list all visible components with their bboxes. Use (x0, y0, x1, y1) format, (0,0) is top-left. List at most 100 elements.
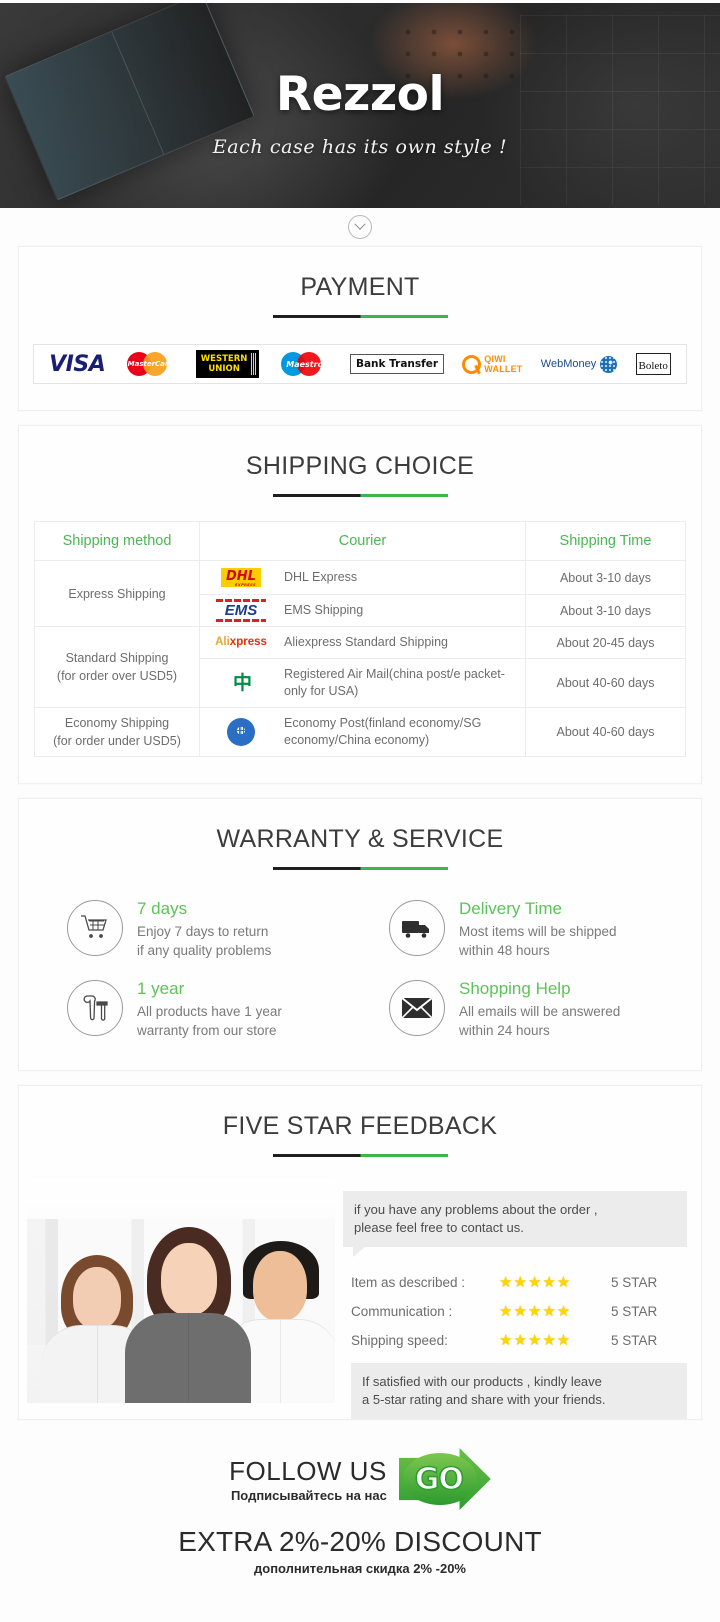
contact-bubble: if you have any problems about the order… (343, 1191, 687, 1257)
discount-label-ru: дополнительная скидка 2% -20% (254, 1561, 466, 1576)
warranty-heading: Delivery Time (459, 899, 562, 918)
rating-value: 5 STAR (611, 1303, 658, 1319)
brand-tagline: Each case has its own style ! (212, 136, 508, 158)
ratings-list: Item as described : ★★★★★ 5 STAR Communi… (351, 1273, 687, 1349)
envelope-icon (389, 980, 445, 1036)
footer-follow-us: FOLLOW US Подписывайтесь на нас GO EXTRA… (0, 1448, 720, 1622)
wu-line2: UNION (208, 364, 240, 374)
warranty-section: WARRANTY & SERVICE 7 days Enjoy 7 days t… (18, 798, 702, 1071)
method-economy: Economy Shipping (for order under USD5) (34, 707, 200, 757)
courier-aliexpress: Alixpress Aliexpress Standard Shipping (199, 626, 526, 659)
warranty-item-return: 7 days Enjoy 7 days to return if any qua… (43, 898, 355, 960)
th-shipping-method: Shipping method (34, 521, 200, 561)
visa-logo: VISA (49, 351, 106, 377)
time-china-post: About 40-60 days (525, 658, 686, 708)
dhl-logo-text: DHL (226, 569, 256, 584)
table-header-row: Shipping method Courier Shipping Time (34, 521, 686, 561)
payment-title: PAYMENT (300, 273, 420, 301)
face (73, 1267, 121, 1329)
person-center (123, 1227, 253, 1403)
china-post-logo: 中 (210, 673, 272, 693)
rating-request-line2: a 5-star rating and share with your frie… (362, 1392, 606, 1407)
shipping-section: SHIPPING CHOICE Shipping method Courier … (18, 425, 702, 784)
rating-request-line1: If satisfied with our products , kindly … (362, 1374, 602, 1389)
wu-line1: WESTERN (200, 354, 248, 364)
scroll-hint[interactable] (0, 208, 720, 246)
warranty-line2: within 24 hours (459, 1023, 550, 1038)
courier-name: Economy Post(finland economy/SG economy/… (284, 716, 482, 747)
aliexpress-logo: Alixpress (210, 634, 272, 651)
western-union-logo: WESTERN UNION (195, 350, 260, 378)
courier-name: Registered Air Mail(china post/e packet-… (284, 667, 505, 698)
rating-row-item-as-described: Item as described : ★★★★★ 5 STAR (351, 1273, 687, 1291)
time-ems: About 3-10 days (525, 594, 686, 627)
un-emblem-icon (227, 718, 255, 746)
un-post-logo (210, 718, 272, 746)
mastercard-logo: MasterCard (124, 349, 178, 379)
face (161, 1243, 217, 1315)
feedback-section: FIVE STAR FEEDBACK if you have any probl… (18, 1085, 702, 1420)
go-button[interactable]: GO (398, 1448, 491, 1510)
courier-name: DHL Express (284, 570, 358, 584)
star-rating-icon: ★★★★★ (499, 1303, 572, 1320)
follow-us-label-ru: Подписывайтесь на нас (230, 1487, 387, 1503)
warranty-line1: Enjoy 7 days to return (137, 924, 269, 939)
warranty-item-shopping-help: Shopping Help All emails will be answere… (365, 978, 677, 1040)
payment-methods-strip: VISA MasterCard WESTERN UNION Maestro Ba… (33, 344, 687, 384)
qiwi-line2: WALLET (484, 364, 523, 374)
star-rating-icon: ★★★★★ (499, 1332, 572, 1349)
qiwi-line1: QIWI (484, 354, 506, 364)
warranty-title-rule (272, 867, 448, 870)
follow-us-label: FOLLOW US (229, 1455, 387, 1486)
th-shipping-time: Shipping Time (525, 521, 686, 561)
mastercard-label: MasterCard (127, 360, 174, 368)
warranty-line2: if any quality problems (137, 943, 272, 958)
shipping-title-rule (272, 494, 448, 497)
shipping-title: SHIPPING CHOICE (245, 452, 475, 480)
method-standard-label: Standard Shipping (65, 651, 169, 665)
table-row: Standard Shipping (for order over USD5) … (34, 626, 686, 708)
feedback-title-rule (272, 1154, 448, 1157)
warranty-item-one-year: 1 year All products have 1 year warranty… (43, 978, 355, 1040)
time-dhl: About 3-10 days (525, 560, 686, 595)
shopping-cart-icon (67, 900, 123, 956)
rating-label: Item as described : (351, 1274, 466, 1290)
chevron-down-icon[interactable] (348, 215, 372, 239)
method-economy-label: Economy Shipping (64, 716, 170, 730)
rating-value: 5 STAR (611, 1274, 658, 1290)
warranty-heading: 7 days (137, 899, 188, 918)
brand-title: Rezzol (275, 67, 445, 122)
webmoney-globe-icon (600, 355, 618, 373)
warranty-heading: Shopping Help (459, 979, 571, 998)
warranty-line2: warranty from our store (137, 1023, 277, 1038)
ems-logo: EMS (210, 599, 272, 622)
delivery-truck-icon (389, 900, 445, 956)
qiwi-q-mark (462, 354, 482, 374)
rating-label: Communication : (351, 1303, 453, 1319)
courier-name: EMS Shipping (284, 603, 364, 617)
warranty-line2: within 48 hours (459, 943, 550, 958)
warranty-title: WARRANTY & SERVICE (216, 825, 504, 853)
courier-ems: EMS EMS Shipping (199, 594, 526, 627)
qiwi-wallet-logo: QIWI WALLET (462, 354, 522, 374)
chevron-glyph (354, 218, 366, 230)
bank-transfer-logo: Bank Transfer (349, 354, 445, 374)
method-economy-note: (for order under USD5) (53, 734, 181, 748)
payment-section: PAYMENT VISA MasterCard WESTERN UNION Ma… (18, 246, 702, 411)
warranty-heading: 1 year (137, 979, 185, 998)
table-row: Express Shipping DHL EXPRESS DHL Express (34, 560, 686, 627)
rating-request-bubble: If satisfied with our products , kindly … (351, 1363, 687, 1419)
contact-bubble-line2: please feel free to contact us. (354, 1220, 524, 1235)
webmoney-label: WebMoney (540, 358, 597, 370)
maestro-logo: Maestro (278, 349, 332, 379)
rating-row-communication: Communication : ★★★★★ 5 STAR (351, 1302, 687, 1320)
customer-service-team-photo (27, 1179, 335, 1403)
table-row: Economy Shipping (for order under USD5) … (34, 707, 686, 757)
discount-label: EXTRA 2%-20% DISCOUNT (178, 1526, 542, 1557)
face (253, 1251, 307, 1321)
courier-name: Aliexpress Standard Shipping (284, 635, 448, 649)
tools-icon (67, 980, 123, 1036)
rating-label: Shipping speed: (351, 1332, 448, 1348)
shipping-table: Shipping method Courier Shipping Time Ex… (34, 521, 686, 757)
courier-un-post: Economy Post(finland economy/SG economy/… (199, 707, 526, 757)
